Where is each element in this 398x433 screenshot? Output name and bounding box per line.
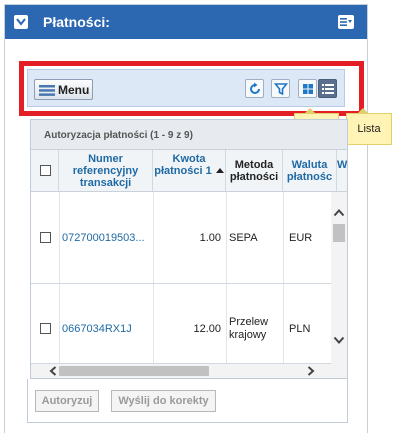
menu-button-label: Menu [58,83,90,97]
hamburger-icon [39,85,55,99]
table-header: Numer referencyjny transakcji Kwota płat… [31,150,347,192]
list-view-button[interactable] [318,79,337,98]
sort-ascending-icon [215,168,224,173]
table-row[interactable]: 072700019503... 1.00 SEPA EUR [31,192,331,284]
scroll-right-icon[interactable] [307,366,315,376]
header-currency[interactable]: Waluta płatnośc [283,150,337,191]
filter-button[interactable] [271,79,290,98]
authorize-button[interactable]: Autoryzuj [35,390,99,412]
row-checkbox[interactable] [40,232,51,243]
row-method: Przelew krajowy [229,316,269,341]
horizontal-scroll-thumb[interactable] [59,366,209,376]
send-to-correction-button[interactable]: Wyślij do korekty [111,390,216,412]
panel-options-icon[interactable] [338,15,354,29]
header-amount[interactable]: Kwota płatności 1 [153,150,226,191]
table-row[interactable]: 0667034RX1J 12.00 Przelew krajowy PLN [31,284,331,364]
payments-table: Autoryzacja płatności (1 - 9 z 9) Numer … [30,119,348,379]
collapse-toggle-icon[interactable] [14,15,28,29]
vertical-scroll-thumb[interactable] [333,224,345,242]
header-ref-number[interactable]: Numer referencyjny transakcji [59,150,153,191]
row-amount: 1.00 [199,232,221,244]
menu-button[interactable]: Menu [34,79,93,100]
tiles-icon [303,84,313,94]
header-payment-method: Metoda płatności [226,150,283,191]
filter-icon [274,83,288,96]
row-method: SEPA [229,232,258,244]
header-select-cell [31,150,59,191]
row-currency: PLN [289,323,311,335]
refresh-button[interactable] [245,79,264,98]
row-ref-number-link[interactable]: 072700019503... [62,232,145,244]
row-ref-number-link[interactable]: 0667034RX1J [62,323,132,335]
list-tooltip: Lista [346,108,392,145]
select-all-checkbox[interactable] [40,165,51,176]
tiles-view-button[interactable] [298,79,317,98]
refresh-icon [250,82,260,94]
row-currency: EUR [289,232,313,244]
panel-header: Płatności: [5,5,367,39]
table-caption: Autoryzacja płatności (1 - 9 z 9) [31,120,347,150]
panel-title: Płatności: [43,14,110,30]
header-amount-label: Kwota płatności 1 [154,153,212,177]
row-amount: 12.00 [193,323,221,335]
row-checkbox[interactable] [40,323,51,334]
list-icon [322,84,334,94]
table-caption-text: Autoryzacja płatności (1 - 9 z 9) [44,130,193,141]
scroll-up-icon[interactable] [333,208,345,217]
scroll-down-icon[interactable] [333,336,345,345]
scroll-left-icon[interactable] [49,366,57,376]
header-extra-column[interactable]: W [337,150,347,191]
